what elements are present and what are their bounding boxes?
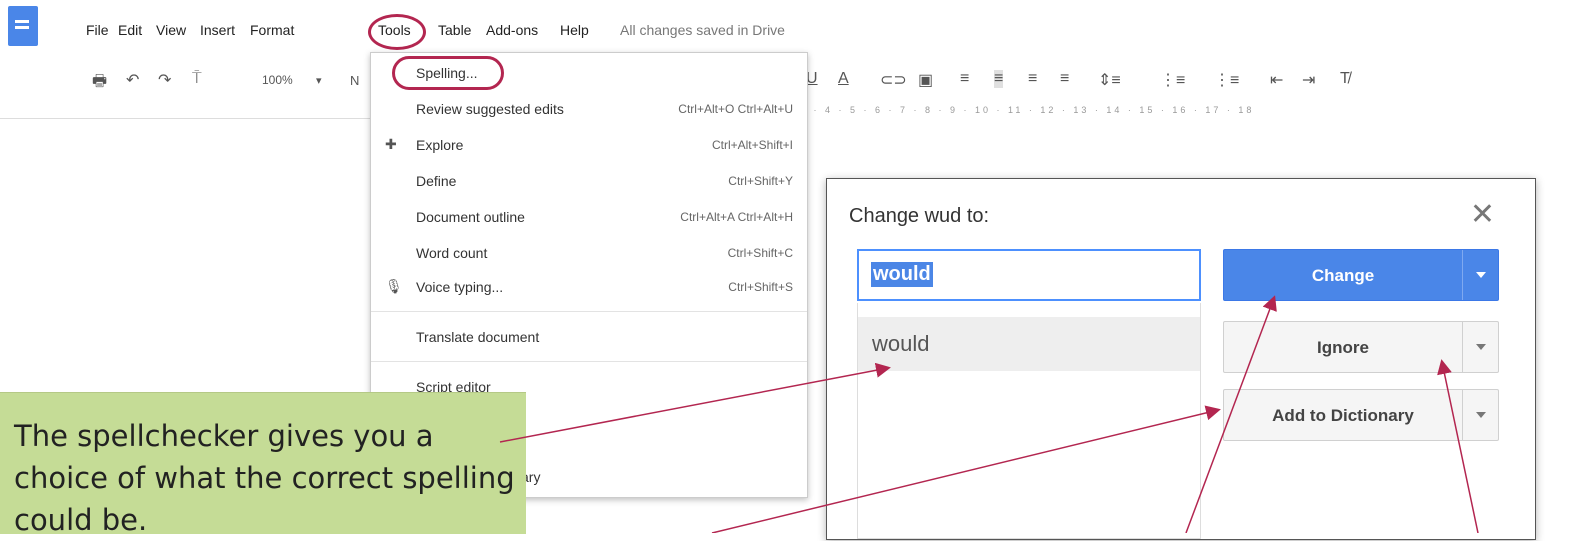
paint-format-icon[interactable]: ⍑	[192, 70, 202, 88]
menu-item-shortcut: Ctrl+Shift+Y	[728, 174, 793, 188]
menu-item-shortcut: Ctrl+Alt+Shift+I	[711, 138, 793, 152]
suggestion-list: would	[857, 303, 1201, 539]
spelling-dialog: Change wud to: ✕ would would Change Igno…	[826, 178, 1536, 540]
menu-item-label: Translate document	[416, 329, 540, 345]
redo-icon[interactable]: ↷	[158, 70, 171, 90]
align-right-icon[interactable]: ≡	[1028, 70, 1037, 88]
microphone-icon: 🎙	[385, 278, 403, 294]
text-color-icon[interactable]: A	[838, 70, 849, 88]
chevron-down-icon[interactable]	[1462, 250, 1498, 300]
menu-item-shortcut: Ctrl+Alt+O Ctrl+Alt+U	[678, 102, 793, 116]
dialog-title: Change wud to:	[849, 205, 990, 227]
save-status: All changes saved in Drive	[620, 22, 785, 38]
menu-table[interactable]: Table	[438, 22, 471, 38]
menu-insert[interactable]: Insert	[200, 22, 235, 38]
ignore-button-label: Ignore	[1317, 338, 1369, 357]
align-left-icon[interactable]: ≡	[960, 70, 969, 88]
menu-item-review-edits[interactable]: Review suggested edits Ctrl+Alt+O Ctrl+A…	[371, 93, 807, 127]
menu-item-label: Voice typing...	[416, 279, 504, 295]
menu-item-voice-typing[interactable]: 🎙 Voice typing... Ctrl+Shift+S	[371, 271, 807, 305]
spelling-highlight-circle	[392, 56, 504, 90]
menu-item-shortcut: Ctrl+Shift+S	[728, 280, 793, 294]
comment-icon[interactable]: ▣	[918, 70, 933, 90]
menu-separator	[371, 361, 807, 362]
menu-item-label: Explore	[416, 137, 464, 153]
outline-divider	[0, 118, 370, 119]
ruler: 3 · 4 · 5 · 6 · 7 · 8 · 9 · 10 · 11 · 12…	[800, 105, 1255, 115]
numbered-list-icon[interactable]: ⋮≡	[1160, 70, 1185, 90]
change-button-label: Change	[1311, 266, 1375, 285]
tools-highlight-circle	[368, 14, 426, 50]
menu-help[interactable]: Help	[560, 22, 589, 38]
menu-view[interactable]: View	[156, 22, 186, 38]
menu-item-explore[interactable]: ✚ Explore Ctrl+Alt+Shift+I	[371, 129, 807, 163]
menu-item-translate[interactable]: Translate document	[371, 321, 807, 355]
replacement-input-value: would	[871, 262, 933, 287]
menu-item-label: Define	[416, 173, 457, 189]
suggestion-label: would	[872, 331, 930, 356]
justify-icon[interactable]: ≡	[1060, 70, 1069, 88]
suggestion-item[interactable]: would	[858, 317, 1200, 371]
font-select[interactable]: N	[350, 73, 359, 88]
link-icon[interactable]: ⊂⊃	[880, 70, 907, 90]
chevron-down-icon[interactable]	[1462, 322, 1498, 372]
change-button[interactable]: Change	[1223, 249, 1499, 301]
callout-text: The spellchecker gives you a choice of w…	[14, 419, 515, 537]
menu-item-shortcut: Ctrl+Shift+C	[727, 246, 793, 260]
explore-icon: ✚	[385, 136, 397, 152]
align-center-icon[interactable]: ≡	[994, 70, 1004, 88]
close-icon[interactable]: ✕	[1470, 197, 1495, 232]
explanation-callout: The spellchecker gives you a choice of w…	[0, 392, 526, 537]
menu-item-label: Document outline	[416, 209, 525, 225]
chevron-down-icon[interactable]	[1462, 390, 1498, 440]
menu-item-document-outline[interactable]: Document outline Ctrl+Alt+A Ctrl+Alt+H	[371, 201, 807, 235]
replacement-input[interactable]: would	[857, 249, 1201, 301]
menu-item-label: Review suggested edits	[416, 101, 564, 117]
decrease-indent-icon[interactable]: ⇤	[1270, 70, 1283, 90]
line-spacing-icon[interactable]: ⇕≡	[1098, 70, 1121, 90]
add-to-dictionary-button[interactable]: Add to Dictionary	[1223, 389, 1499, 441]
menu-edit[interactable]: Edit	[118, 22, 142, 38]
menu-item-define[interactable]: Define Ctrl+Shift+Y	[371, 165, 807, 199]
menu-item-word-count[interactable]: Word count Ctrl+Shift+C	[371, 237, 807, 271]
docs-app-icon[interactable]	[8, 6, 38, 46]
menu-separator	[371, 311, 807, 312]
menu-addons[interactable]: Add-ons	[486, 22, 538, 38]
print-icon[interactable]: 🖶	[92, 70, 107, 97]
add-to-dictionary-label: Add to Dictionary	[1272, 406, 1414, 425]
menu-file[interactable]: File	[86, 22, 109, 38]
menu-item-label: Word count	[416, 245, 488, 261]
zoom-dropdown-icon[interactable]: ▾	[316, 74, 322, 87]
undo-icon[interactable]: ↶	[126, 70, 139, 90]
menu-format[interactable]: Format	[250, 22, 294, 38]
zoom-select[interactable]: 100%	[262, 73, 293, 87]
ignore-button[interactable]: Ignore	[1223, 321, 1499, 373]
bulleted-list-icon[interactable]: ⋮≡	[1214, 70, 1239, 90]
clear-formatting-icon[interactable]: T̸	[1340, 70, 1350, 88]
increase-indent-icon[interactable]: ⇥	[1302, 70, 1315, 90]
menu-item-shortcut: Ctrl+Alt+A Ctrl+Alt+H	[680, 210, 793, 224]
